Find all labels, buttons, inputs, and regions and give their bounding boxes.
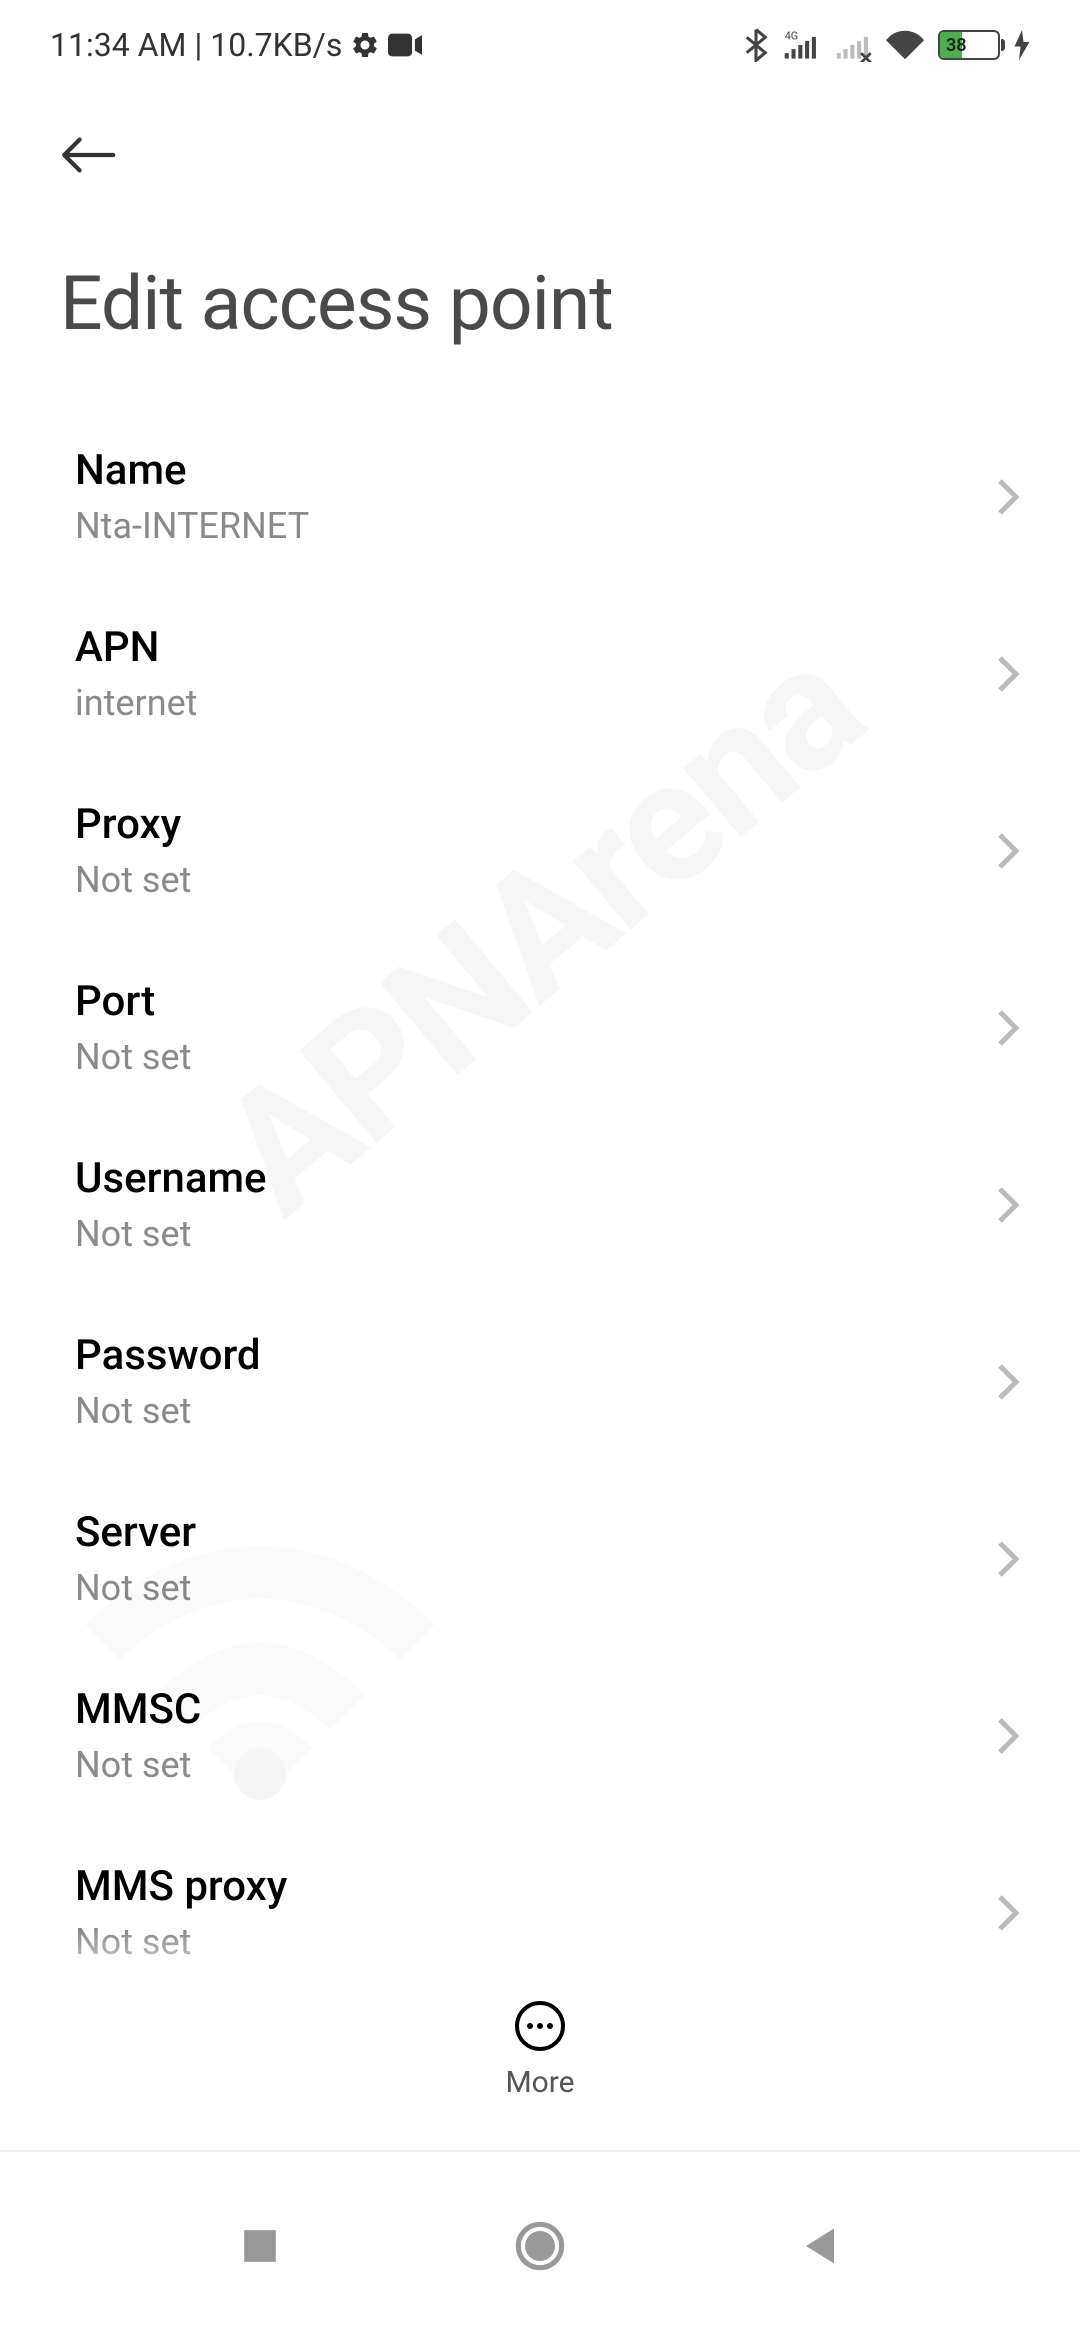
battery-icon: 38 <box>938 30 1000 60</box>
setting-port[interactable]: Port Not set <box>0 939 1080 1116</box>
bluetooth-icon <box>744 28 768 62</box>
chevron-right-icon <box>996 1716 1020 1756</box>
setting-text: MMSC Not set <box>75 1685 976 1786</box>
status-separator: | <box>194 26 202 64</box>
svg-text:4G: 4G <box>785 30 798 43</box>
setting-text: APN internet <box>75 623 976 724</box>
setting-text: Username Not set <box>75 1154 976 1255</box>
header <box>0 90 1080 200</box>
bottom-action-bar: More <box>0 1971 1080 2100</box>
setting-text: MMS proxy Not set <box>75 1862 976 1963</box>
setting-value: Not set <box>75 1921 976 1963</box>
setting-label: Username <box>75 1154 976 1203</box>
chevron-right-icon <box>996 1362 1020 1402</box>
status-left: 11:34 AM | 10.7KB/s <box>50 26 422 64</box>
setting-label: Server <box>75 1508 976 1557</box>
setting-value: Nta-INTERNET <box>75 505 976 547</box>
setting-text: Password Not set <box>75 1331 976 1432</box>
navigation-bar <box>0 2150 1080 2340</box>
settings-list: Name Nta-INTERNET APN internet Proxy Not… <box>0 408 1080 2001</box>
setting-name[interactable]: Name Nta-INTERNET <box>0 408 1080 585</box>
signal-4g-icon: 4G <box>782 28 820 62</box>
status-time: 11:34 AM <box>50 26 186 64</box>
dot-icon <box>527 2023 533 2029</box>
setting-text: Port Not set <box>75 977 976 1078</box>
battery-percent: 38 <box>946 35 967 56</box>
setting-text: Proxy Not set <box>75 800 976 901</box>
chevron-right-icon <box>996 831 1020 871</box>
signal-nosim-icon <box>834 28 872 62</box>
settings-gear-icon <box>350 30 380 60</box>
chevron-right-icon <box>996 654 1020 694</box>
setting-label: Password <box>75 1331 976 1380</box>
setting-mmsc[interactable]: MMSC Not set <box>0 1647 1080 1824</box>
setting-text: Server Not set <box>75 1508 976 1609</box>
setting-password[interactable]: Password Not set <box>0 1293 1080 1470</box>
setting-value: internet <box>75 682 976 724</box>
setting-proxy[interactable]: Proxy Not set <box>0 762 1080 939</box>
status-bar: 11:34 AM | 10.7KB/s 4G 38 <box>0 0 1080 90</box>
status-data-rate: 10.7KB/s <box>210 26 342 64</box>
setting-value: Not set <box>75 1213 976 1255</box>
back-button[interactable] <box>60 120 130 190</box>
setting-label: MMSC <box>75 1685 976 1734</box>
triangle-back-icon <box>802 2225 838 2267</box>
setting-label: Proxy <box>75 800 976 849</box>
setting-value: Not set <box>75 1036 976 1078</box>
setting-apn[interactable]: APN internet <box>0 585 1080 762</box>
circle-icon <box>515 2221 565 2271</box>
setting-server[interactable]: Server Not set <box>0 1470 1080 1647</box>
charging-icon <box>1014 30 1030 60</box>
chevron-right-icon <box>996 1539 1020 1579</box>
chevron-right-icon <box>996 1185 1020 1225</box>
nav-recent-button[interactable] <box>230 2216 290 2276</box>
setting-value: Not set <box>75 1390 976 1432</box>
back-arrow-icon <box>60 135 116 175</box>
dot-icon <box>537 2023 543 2029</box>
nav-back-button[interactable] <box>790 2216 850 2276</box>
chevron-right-icon <box>996 1008 1020 1048</box>
setting-label: Name <box>75 446 976 495</box>
status-right: 4G 38 <box>744 28 1030 62</box>
setting-label: MMS proxy <box>75 1862 976 1911</box>
nav-home-button[interactable] <box>510 2216 570 2276</box>
page-title: Edit access point <box>0 200 1080 408</box>
setting-label: APN <box>75 623 976 672</box>
chevron-right-icon <box>996 477 1020 517</box>
setting-label: Port <box>75 977 976 1026</box>
square-icon <box>241 2227 279 2265</box>
setting-value: Not set <box>75 859 976 901</box>
setting-value: Not set <box>75 1744 976 1786</box>
dot-icon <box>547 2023 553 2029</box>
setting-text: Name Nta-INTERNET <box>75 446 976 547</box>
camera-icon <box>388 33 422 57</box>
setting-username[interactable]: Username Not set <box>0 1116 1080 1293</box>
more-label: More <box>505 2065 574 2100</box>
chevron-right-icon <box>996 1893 1020 1933</box>
setting-value: Not set <box>75 1567 976 1609</box>
more-button[interactable] <box>515 2001 565 2051</box>
wifi-icon <box>886 30 924 60</box>
